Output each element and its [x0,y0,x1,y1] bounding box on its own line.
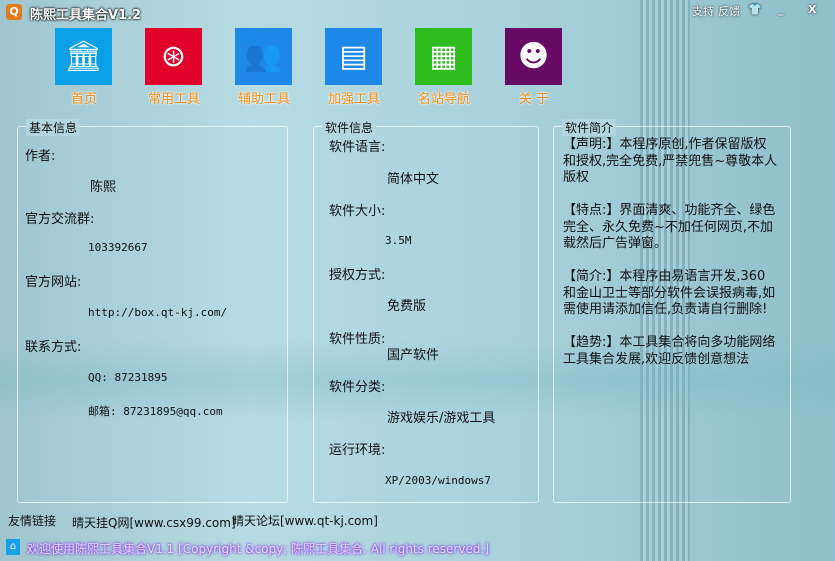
intro-paragraph: 【声明:】本程序原创,作者保留版权和授权,完全免费,严禁兜售~尊敬本人版权 [563,137,778,185]
app-icon: Q [6,4,22,20]
category-value: 游戏娱乐/游戏工具 [387,411,496,426]
smiley-icon: ☻ [517,39,550,74]
email-value: 邮箱: 87231895@qq.com [88,405,223,418]
author-label: 作者: [25,149,56,164]
friend-link[interactable]: 晴天论坛[www.qt-kj.com] [232,512,378,529]
intro-paragraph: 【特点:】界面清爽、功能齐全、绿色完全、永久免费~不加任何网页,不加载然后广告弹… [563,203,776,251]
env-value: XP/2003/windows7 [385,474,491,487]
nav-label[interactable]: 关 于 [494,88,574,107]
nav-button-1[interactable]: ⊛ [145,28,202,85]
license-value: 免费版 [387,299,427,314]
size-label: 软件大小: [329,204,386,219]
window-title: 陈熙工具集合V1.2 [30,8,142,23]
nature-label: 软件性质: [329,332,386,347]
friend-links-label: 友情链接 [8,514,57,528]
feedback-button[interactable]: 反馈 [718,3,740,19]
title-bar[interactable]: Q 陈熙工具集合V1.2 支持 反馈 👕 _ X [0,0,835,24]
nav-button-2[interactable]: 👥 [235,28,292,85]
author-value: 陈熙 [90,180,117,195]
nav-button-0[interactable]: 🏛 [55,28,112,85]
bank-icon: ⌂ [6,539,20,555]
group-value: 103392667 [88,241,148,254]
intro-paragraph: 【简介:】本程序由易语言开发,360和金山卫士等部分软件会误报病毒,如需使用请添… [563,269,776,317]
nav-button-5[interactable]: ☻ [505,28,562,85]
category-label: 软件分类: [329,380,386,395]
license-label: 授权方式: [329,268,386,283]
skin-shirt-icon[interactable]: 👕 [748,3,762,16]
lang-value: 简体中文 [387,172,440,187]
contact-label: 联系方式: [25,340,82,355]
flame-icon: ⊛ [160,39,187,74]
nav-label[interactable]: 首页 [44,88,124,107]
nature-value: 国产软件 [387,348,440,363]
site-label: 官方网站: [25,275,82,290]
nav-label[interactable]: 加强工具 [314,88,394,107]
documents-icon: ▤ [339,39,368,74]
friend-link[interactable]: 晴天挂Q网[www.csx99.com] [72,514,236,531]
intro-text: 【声明:】本程序原创,作者保留版权和授权,完全免费,严禁兜售~尊敬本人版权 【特… [563,137,778,385]
size-value: 3.5M [385,234,412,247]
minimize-button[interactable]: _ [778,3,784,16]
nav-label[interactable]: 辅助工具 [224,88,304,107]
group-title: 软件简介 [562,119,617,136]
group-label: 官方交流群: [25,212,95,227]
support-button[interactable]: 支持 [692,3,714,19]
env-label: 运行环境: [329,443,386,458]
intro-paragraph: 【趋势:】本工具集合将向多功能网络工具集合发展,欢迎反馈创意想法 [563,335,776,367]
nav-label[interactable]: 常用工具 [134,88,214,107]
site-link[interactable]: http://box.qt-kj.com/ [88,306,227,319]
nav-label[interactable]: 名站导航 [404,88,484,107]
status-bar: ⌂ 欢迎使用陈熙工具集合V1.1 [Copyright &copy; 陈熙工具集… [0,536,835,561]
group-title: 基本信息 [26,119,81,136]
group-title: 软件信息 [322,119,377,136]
bank-icon: 🏛 [64,39,103,74]
creeper-icon: ▦ [429,39,458,74]
lang-label: 软件语言: [329,140,386,155]
users-icon: 👥 [244,39,283,74]
close-button[interactable]: X [808,3,816,16]
qq-value: QQ: 87231895 [88,371,168,384]
nav-button-3[interactable]: ▤ [325,28,382,85]
status-message: 欢迎使用陈熙工具集合V1.1 [Copyright &copy; 陈熙工具集合.… [27,542,489,556]
nav-button-4[interactable]: ▦ [415,28,472,85]
